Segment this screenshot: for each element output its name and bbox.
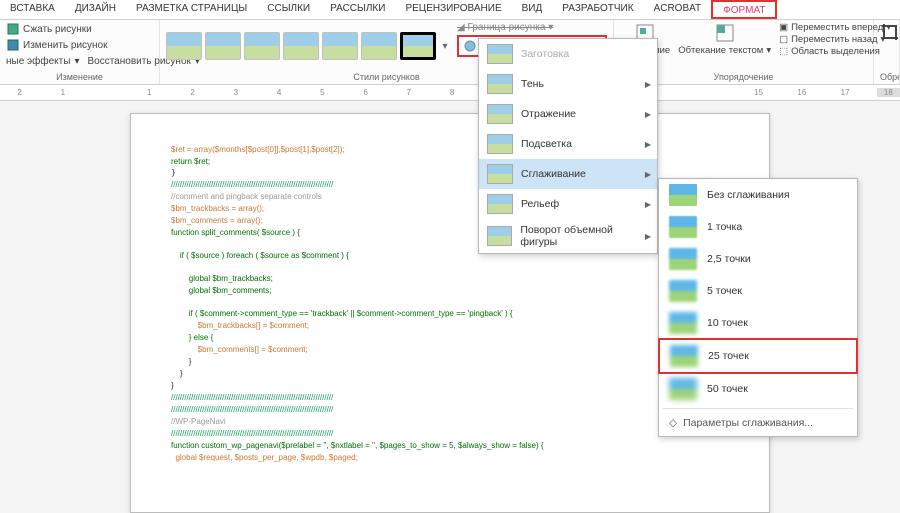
- tab-mailings[interactable]: РАССЫЛКИ: [320, 0, 395, 19]
- softedge-option-1pt[interactable]: 1 точка: [659, 211, 857, 243]
- chevron-right-icon: ▶: [645, 80, 651, 89]
- thumb-icon: [669, 280, 697, 302]
- menu-item-preset[interactable]: Заготовка: [479, 39, 657, 69]
- picture-border-button[interactable]: ◢ Граница рисунка ▾: [457, 22, 607, 33]
- wrap-icon: [714, 22, 736, 44]
- crop-label: Обре: [880, 72, 893, 82]
- style-thumb[interactable]: [244, 32, 280, 60]
- softedge-options-button[interactable]: ◇Параметры сглаживания...: [659, 412, 857, 434]
- ribbon-tabs: ВСТАВКА ДИЗАЙН РАЗМЕТКА СТРАНИЦЫ ССЫЛКИ …: [0, 0, 900, 20]
- preset-icon: [487, 44, 513, 64]
- shadow-icon: [487, 74, 513, 94]
- softedge-option-50pt[interactable]: 50 точек: [659, 373, 857, 405]
- wrap-text-button[interactable]: Обтекание текстом▾: [678, 45, 771, 56]
- effects-icon: [463, 39, 477, 53]
- chevron-right-icon: ▶: [645, 200, 651, 209]
- softedge-option-10pt[interactable]: 10 точек: [659, 307, 857, 339]
- picture-effects-menu: Заготовка Тень▶ Отражение▶ Подсветка▶ Сг…: [478, 38, 658, 254]
- menu-item-3drotation[interactable]: Поворот объемной фигуры▶: [479, 219, 657, 253]
- chevron-right-icon: ▶: [645, 110, 651, 119]
- reflection-icon: [487, 104, 513, 124]
- menu-item-shadow[interactable]: Тень▶: [479, 69, 657, 99]
- horizontal-ruler: 21123456789 15161718: [0, 85, 900, 101]
- tab-design[interactable]: ДИЗАЙН: [65, 0, 126, 19]
- change-picture-button[interactable]: Изменить рисунок: [6, 38, 153, 52]
- thumb-icon: [670, 345, 698, 367]
- thumb-icon: [669, 216, 697, 238]
- menu-separator: [663, 408, 853, 409]
- crop-icon[interactable]: [880, 22, 900, 46]
- style-thumb[interactable]: [361, 32, 397, 60]
- rotation3d-icon: [487, 226, 512, 246]
- style-thumb[interactable]: [400, 32, 436, 60]
- bevel-icon: [487, 194, 513, 214]
- ribbon: Сжать рисунки Изменить рисунок ные эффек…: [0, 20, 900, 85]
- chevron-right-icon: ▶: [645, 170, 651, 179]
- soft-edges-submenu: Без сглаживания 1 точка 2,5 точки 5 точе…: [658, 178, 858, 437]
- tab-references[interactable]: ССЫЛКИ: [257, 0, 320, 19]
- thumb-icon: [669, 248, 697, 270]
- softedge-option-2-5pt[interactable]: 2,5 точки: [659, 243, 857, 275]
- group-label-adjust: Изменение: [6, 72, 153, 82]
- picture-styles-gallery[interactable]: ▾: [166, 28, 451, 64]
- change-icon: [6, 38, 20, 52]
- options-icon: ◇: [669, 417, 677, 429]
- softedges-icon: [487, 164, 513, 184]
- tab-insert[interactable]: ВСТАВКА: [0, 0, 65, 19]
- glow-icon: [487, 134, 513, 154]
- softedge-option-none[interactable]: Без сглаживания: [659, 179, 857, 211]
- tab-acrobat[interactable]: ACROBAT: [644, 0, 712, 19]
- style-thumb[interactable]: [283, 32, 319, 60]
- tab-view[interactable]: ВИД: [512, 0, 553, 19]
- thumb-icon: [669, 378, 697, 400]
- style-thumb[interactable]: [166, 32, 202, 60]
- artistic-effects-button[interactable]: ные эффекты: [6, 56, 70, 67]
- tab-format[interactable]: ФОРМАТ: [711, 0, 777, 19]
- menu-item-softedges[interactable]: Сглаживание▶: [479, 159, 657, 189]
- gallery-more-button[interactable]: ▾: [439, 41, 451, 52]
- compress-pictures-button[interactable]: Сжать рисунки: [6, 22, 153, 36]
- tab-review[interactable]: РЕЦЕНЗИРОВАНИЕ: [395, 0, 511, 19]
- chevron-right-icon: ▶: [645, 232, 651, 241]
- thumb-icon: [669, 184, 697, 206]
- menu-item-reflection[interactable]: Отражение▶: [479, 99, 657, 129]
- menu-item-bevel[interactable]: Рельеф▶: [479, 189, 657, 219]
- thumb-icon: [669, 312, 697, 334]
- tab-pagelayout[interactable]: РАЗМЕТКА СТРАНИЦЫ: [126, 0, 257, 19]
- softedge-option-25pt[interactable]: 25 точек: [658, 338, 858, 374]
- style-thumb[interactable]: [205, 32, 241, 60]
- style-thumb[interactable]: [322, 32, 358, 60]
- chevron-right-icon: ▶: [645, 140, 651, 149]
- softedge-option-5pt[interactable]: 5 точек: [659, 275, 857, 307]
- menu-item-glow[interactable]: Подсветка▶: [479, 129, 657, 159]
- compress-icon: [6, 22, 20, 36]
- tab-developer[interactable]: РАЗРАБОТЧИК: [552, 0, 643, 19]
